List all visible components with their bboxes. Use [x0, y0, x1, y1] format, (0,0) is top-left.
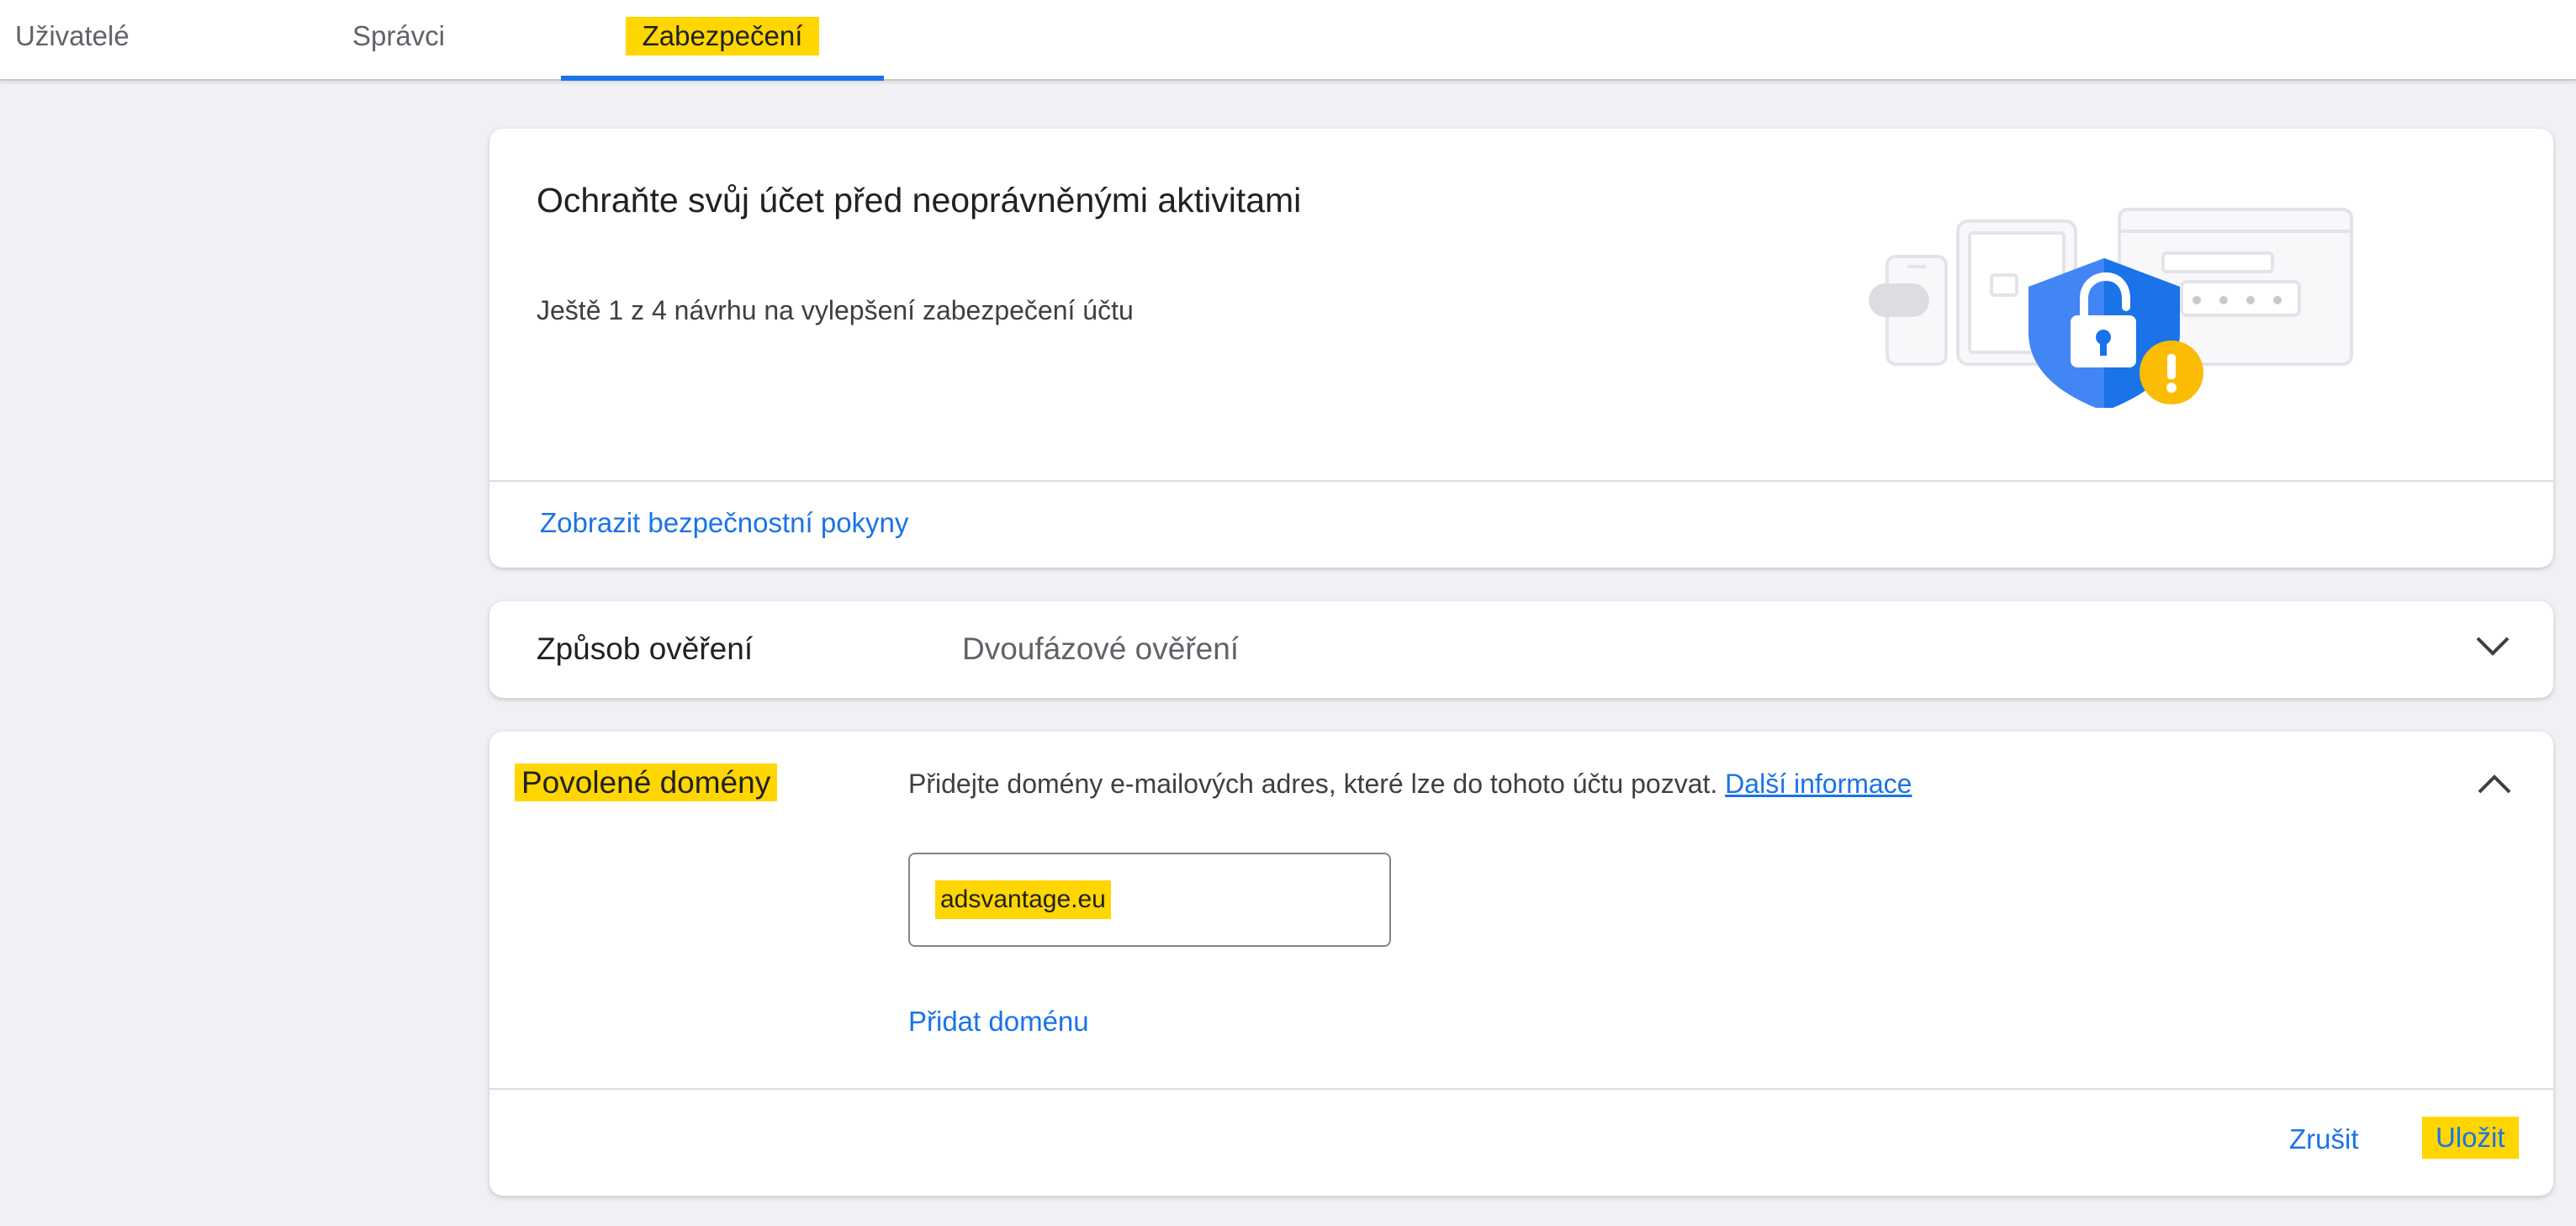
domain-input[interactable]: adsvantage.eu — [908, 853, 1391, 947]
tab-security[interactable]: Zabezpečení — [561, 0, 884, 81]
tab-admins-label: Správci — [352, 20, 446, 51]
tab-users-label: Uživatelé — [15, 20, 130, 51]
allowed-domains-label: Povolené domény — [515, 764, 778, 801]
allowed-domains-label-text: Povolené domény — [515, 764, 778, 801]
allowed-domains-description: Přidejte domény e-mailových adres, které… — [908, 769, 1912, 800]
card-footer-divider — [489, 1088, 2553, 1090]
chevron-down-icon[interactable] — [2474, 633, 2511, 658]
allowed-domains-description-text: Přidejte domény e-mailových adres, které… — [908, 769, 1718, 799]
tab-admins[interactable]: Správci — [316, 0, 481, 79]
add-domain-button[interactable]: Přidat doménu — [908, 1006, 1089, 1038]
view-security-guidelines-link[interactable]: Zobrazit bezpečnostní pokyny — [540, 507, 908, 539]
save-button[interactable]: Uložit — [2422, 1117, 2519, 1159]
domain-input-value: adsvantage.eu — [935, 880, 1111, 919]
card-title: Ochraňte svůj účet před neoprávněnými ak… — [537, 181, 1302, 219]
allowed-domains-card: Povolené domény Přidejte domény e-mailov… — [489, 732, 2553, 1196]
auth-method-label: Způsob ověření — [537, 631, 754, 666]
tab-bar: Uživatelé Správci Zabezpečení — [0, 0, 2576, 81]
security-recommendation-card: Ochraňte svůj účet před neoprávněnými ak… — [489, 129, 2553, 568]
card-subtitle: Ještě 1 z 4 návrhu na vylepšení zabezpeč… — [537, 295, 1134, 325]
tab-users[interactable]: Uživatelé — [0, 0, 153, 79]
auth-method-row[interactable]: Způsob ověření Dvoufázové ověření — [489, 601, 2553, 698]
more-info-link[interactable]: Další informace — [1725, 769, 1912, 799]
card-divider — [489, 480, 2553, 482]
chevron-up-icon[interactable] — [2476, 772, 2513, 797]
cancel-button[interactable]: Zrušit — [2289, 1123, 2359, 1155]
security-illustration-icon — [1852, 206, 2373, 408]
auth-method-value: Dvoufázové ověření — [962, 631, 1240, 666]
tab-security-label: Zabezpečení — [625, 17, 820, 55]
